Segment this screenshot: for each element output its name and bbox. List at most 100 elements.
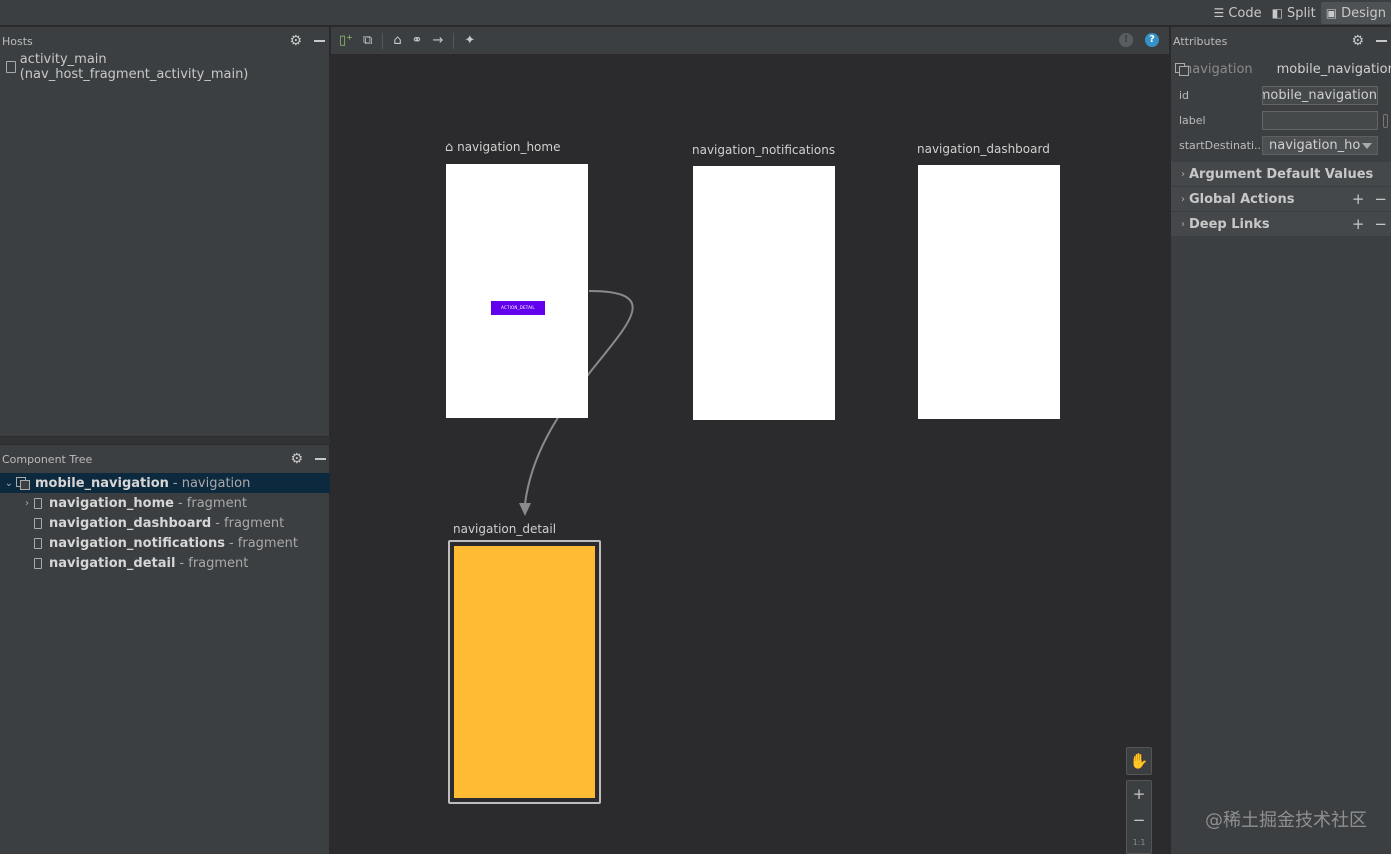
tree-item-type: - fragment — [228, 535, 298, 551]
hosts-header: Hosts ⚙ — [0, 27, 329, 55]
id-field[interactable]: mobile_navigation — [1262, 86, 1378, 105]
canvas-toolbar: ▯⁺ ⧉ ⌂ ⚭ → ✦ ! ? — [331, 27, 1169, 55]
zoom-controls: + − 1:1 — [1126, 780, 1152, 854]
tree-item-name: navigation_home — [49, 495, 174, 511]
code-view-button[interactable]: ☰ Code — [1209, 2, 1267, 24]
destination-name: navigation_home — [457, 140, 561, 154]
pane-splitter[interactable] — [0, 436, 330, 445]
tree-root-type: - navigation — [172, 475, 251, 491]
hosts-gear-icon[interactable]: ⚙ — [289, 34, 302, 48]
tree-item-name: navigation_detail — [49, 555, 176, 571]
top-bar: ☰ Code ◧ Split ▣ Design — [0, 0, 1391, 26]
label-field[interactable] — [1262, 111, 1378, 130]
remove-deep-link-button[interactable]: − — [1374, 215, 1387, 233]
fragment-icon — [34, 517, 42, 529]
new-destination-icon[interactable]: ▯⁺ — [339, 33, 353, 48]
section-title: Argument Default Values — [1189, 166, 1374, 182]
start-home-icon: ⌂ — [445, 140, 454, 155]
destination-screen-dashboard[interactable] — [918, 165, 1060, 419]
tree-row-navigation-home[interactable]: › navigation_home - fragment — [0, 493, 330, 513]
fragment-icon — [34, 497, 42, 509]
chevron-down-icon[interactable]: ⌄ — [2, 478, 16, 489]
design-view-label: Design — [1341, 5, 1386, 21]
attr-row-start-destination: startDestinati... navigation_ho — [1171, 133, 1391, 158]
attributes-gear-icon[interactable]: ⚙ — [1351, 34, 1364, 48]
attr-key: startDestinati... — [1179, 139, 1263, 152]
view-switch: ☰ Code ◧ Split ▣ Design — [1209, 0, 1391, 26]
toolbar-divider — [453, 32, 455, 49]
help-icon[interactable]: ? — [1145, 33, 1159, 47]
destination-screen-notifications[interactable] — [693, 166, 835, 420]
design-view-button[interactable]: ▣ Design — [1320, 2, 1391, 24]
attr-key: id — [1179, 89, 1190, 102]
nested-graph-icon[interactable]: ⧉ — [363, 33, 372, 48]
hosts-minimize-icon[interactable] — [314, 40, 325, 42]
chevron-down-icon — [1362, 143, 1372, 149]
tree-row-navigation-detail[interactable]: navigation_detail - fragment — [0, 553, 330, 573]
attributes-title: Attributes — [1173, 34, 1228, 48]
tree-item-type: - fragment — [177, 495, 247, 511]
chevron-right-icon: › — [1181, 168, 1185, 180]
section-title: Global Actions — [1189, 191, 1295, 207]
chevron-right-icon: › — [1181, 193, 1185, 205]
attr-row-id: id mobile_navigation — [1171, 83, 1391, 108]
attributes-minimize-icon[interactable] — [1376, 40, 1387, 42]
component-tree-title: Component Tree — [2, 452, 93, 466]
chevron-right-icon[interactable]: › — [20, 498, 34, 509]
add-global-action-button[interactable]: + — [1352, 190, 1365, 208]
destination-label-detail[interactable]: navigation_detail — [453, 522, 556, 536]
image-icon: ▣ — [1325, 6, 1338, 20]
destination-screen-detail[interactable] — [448, 540, 601, 804]
pan-tool[interactable]: ✋ — [1126, 747, 1152, 775]
start-destination-select[interactable]: navigation_ho — [1262, 136, 1378, 155]
tree-minimize-icon[interactable] — [315, 458, 326, 460]
zoom-out-button[interactable]: − — [1127, 807, 1151, 833]
hosts-item-label: activity_main (nav_host_fragment_activit… — [19, 52, 249, 82]
tree-item-name: navigation_dashboard — [49, 515, 212, 531]
chevron-right-icon: › — [1181, 218, 1185, 230]
action-detail-button[interactable]: ACTION_DETAIL — [491, 301, 545, 315]
tree-row-navigation-dashboard[interactable]: navigation_dashboard - fragment — [0, 513, 330, 533]
selected-component-header: navigation mobile_navigation — [1171, 55, 1391, 83]
resource-picker-icon[interactable] — [1383, 114, 1388, 128]
link-icon[interactable]: ⚭ — [412, 33, 423, 48]
watermark: @稀土掘金技术社区 — [1205, 810, 1367, 831]
tree-gear-icon[interactable]: ⚙ — [290, 452, 303, 466]
attr-key: label — [1179, 114, 1206, 127]
zoom-fit-button[interactable]: 1:1 — [1127, 833, 1151, 853]
code-view-label: Code — [1228, 5, 1262, 21]
component-tree: Component Tree ⚙ ⌄ mobile_navigation - n… — [0, 445, 330, 573]
section-global-actions[interactable]: › Global Actions + − — [1171, 187, 1391, 212]
component-name: mobile_navigation — [1276, 61, 1391, 77]
section-deep-links[interactable]: › Deep Links + − — [1171, 212, 1391, 237]
tree-row-root[interactable]: ⌄ mobile_navigation - navigation — [0, 473, 330, 493]
detail-placeholder — [454, 546, 595, 798]
component-type: navigation — [1184, 61, 1253, 77]
section-title: Deep Links — [1189, 216, 1270, 232]
start-destination-value: navigation_ho — [1269, 138, 1361, 153]
split-view-label: Split — [1286, 5, 1316, 21]
add-deep-link-button[interactable]: + — [1352, 215, 1365, 233]
zoom-in-button[interactable]: + — [1127, 781, 1151, 807]
tree-root-name: mobile_navigation — [35, 475, 169, 491]
tree-row-navigation-notifications[interactable]: navigation_notifications - fragment — [0, 533, 330, 553]
destination-label-home[interactable]: ⌂ navigation_home — [445, 140, 560, 155]
design-canvas[interactable]: ⌂ navigation_home ACTION_DETAIL navigati… — [331, 56, 1169, 854]
remove-global-action-button[interactable]: − — [1374, 190, 1387, 208]
toolbar-divider — [382, 32, 384, 49]
destination-screen-home[interactable]: ACTION_DETAIL — [446, 164, 588, 418]
activity-host-icon — [6, 61, 16, 73]
info-icon[interactable]: ! — [1119, 33, 1133, 47]
split-view-button[interactable]: ◧ Split — [1267, 2, 1321, 24]
destination-label-notifications[interactable]: navigation_notifications — [692, 143, 835, 157]
arrow-right-icon[interactable]: → — [432, 33, 443, 48]
destination-label-dashboard[interactable]: navigation_dashboard — [917, 142, 1050, 156]
auto-arrange-icon[interactable]: ✦ — [464, 33, 475, 48]
section-argument-default-values[interactable]: › Argument Default Values — [1171, 162, 1391, 187]
hand-icon[interactable]: ✋ — [1127, 748, 1151, 774]
hosts-item[interactable]: activity_main (nav_host_fragment_activit… — [0, 52, 329, 82]
attr-row-label: label — [1171, 108, 1391, 133]
tree-item-type: - fragment — [215, 515, 285, 531]
tree-item-type: - fragment — [179, 555, 249, 571]
home-icon[interactable]: ⌂ — [393, 33, 401, 48]
